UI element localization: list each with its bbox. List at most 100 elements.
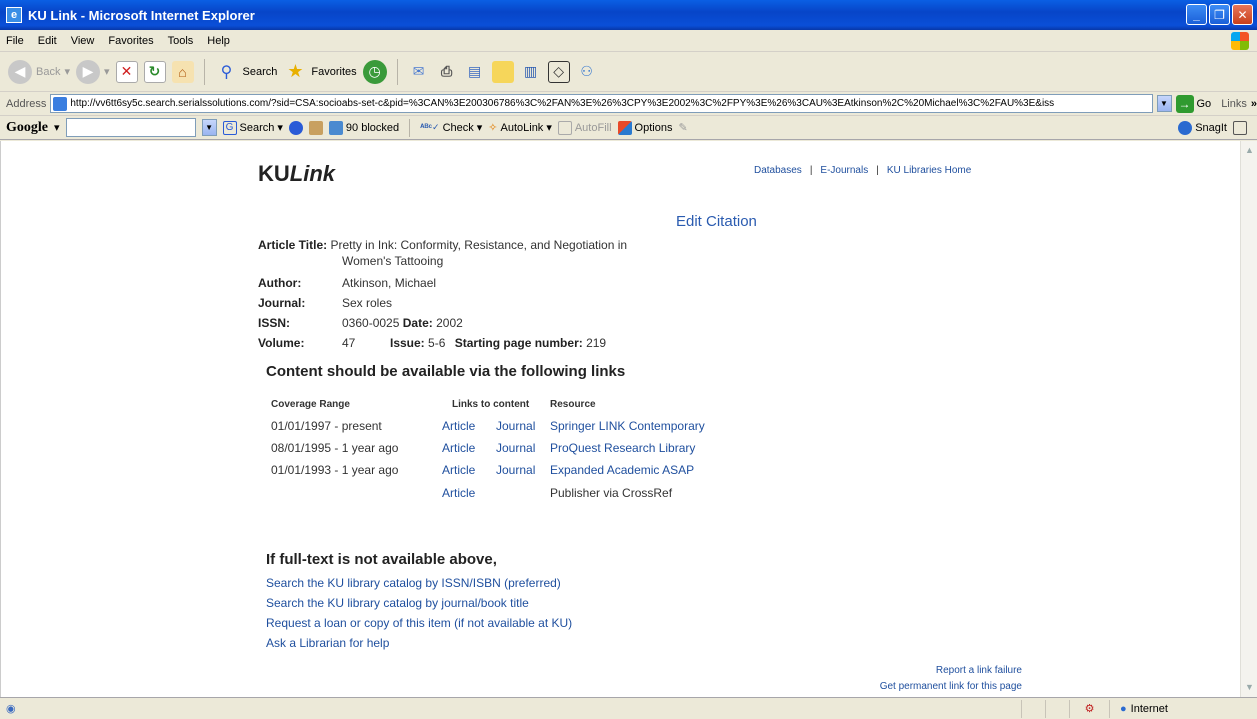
logo-ku: KU <box>258 161 290 186</box>
close-button[interactable]: ✕ <box>1232 4 1253 25</box>
issn-label: ISSN: <box>258 316 291 330</box>
go-button[interactable]: → Go <box>1175 94 1211 113</box>
kulink-logo: KULink <box>258 161 335 187</box>
nav-ejournals[interactable]: E-Journals <box>820 165 868 176</box>
options-icon <box>617 120 632 135</box>
pencil-icon[interactable]: ✎ <box>678 121 687 134</box>
address-dropdown-button[interactable]: ▼ <box>1156 95 1172 112</box>
chevron-right-icon[interactable]: » <box>1251 98 1257 110</box>
edit-citation-link[interactable]: Edit Citation <box>676 213 757 230</box>
citation-title-row: Article Title: Pretty in Ink: Conformity… <box>258 238 627 252</box>
chevron-down-icon: ▾ <box>476 122 483 134</box>
issue-value: 5-6 <box>428 336 446 350</box>
window-titlebar: e KU Link - Microsoft Internet Explorer … <box>0 0 1257 30</box>
autofill-label: AutoFill <box>574 121 612 134</box>
row-4-article-link[interactable]: Article <box>442 486 475 500</box>
standard-toolbar: ◀ Back ▾ ▶ ▾ ✕ ↻ ⌂ ⚲ Search ★ Favorites … <box>0 52 1257 92</box>
links-label[interactable]: Links <box>1221 98 1247 110</box>
snagit-button[interactable]: SnagIt <box>1178 120 1227 135</box>
menu-file[interactable]: File <box>6 35 24 47</box>
windows-logo-icon <box>1231 32 1249 50</box>
page-status-icon: ◉ <box>6 703 16 715</box>
scroll-up-icon[interactable]: ▲ <box>1242 143 1257 158</box>
permanent-link[interactable]: Get permanent link for this page <box>818 681 1022 692</box>
row-3-range: 01/01/1993 - 1 year ago <box>271 463 399 477</box>
menu-view[interactable]: View <box>71 35 95 47</box>
ask-librarian-link[interactable]: Ask a Librarian for help <box>266 636 389 650</box>
restore-button[interactable]: ❐ <box>1209 4 1230 25</box>
refresh-icon[interactable]: ↻ <box>143 60 166 83</box>
vertical-scrollbar[interactable]: ▲ ▼ <box>1240 141 1257 697</box>
search-catalog-title-link[interactable]: Search the KU library catalog by journal… <box>266 596 529 610</box>
snagit-label: SnagIt <box>1195 121 1227 134</box>
research-icon[interactable]: ▥ <box>520 61 542 83</box>
row-1-resource-link[interactable]: Springer LINK Contemporary <box>550 419 705 433</box>
notes-icon[interactable] <box>491 60 514 83</box>
google-logo[interactable]: Google <box>6 120 48 136</box>
edit-icon[interactable]: ▤ <box>464 61 486 83</box>
pagerank-icon[interactable] <box>288 120 303 135</box>
options-label: Options <box>634 121 673 134</box>
google-search-button[interactable]: G Search ▾ <box>222 120 283 135</box>
author-value: Atkinson, Michael <box>342 276 437 290</box>
history-icon[interactable]: ◷ <box>362 59 387 84</box>
search-catalog-issn-link[interactable]: Search the KU library catalog by ISSN/IS… <box>266 576 561 590</box>
favorites-label: Favorites <box>311 65 357 78</box>
row-1-journal-link[interactable]: Journal <box>496 419 535 433</box>
forward-button[interactable]: ▶ ▾ <box>76 59 110 84</box>
google-search-input[interactable] <box>65 118 196 137</box>
row-1-article-link[interactable]: Article <box>442 419 475 433</box>
request-loan-link[interactable]: Request a loan or copy of this item (if … <box>266 616 572 630</box>
capture-icon[interactable] <box>1233 120 1247 135</box>
favorites-button[interactable]: ★ Favorites <box>283 60 356 84</box>
search-icon: ⚲ <box>220 63 233 81</box>
status-bar: ◉ ⚙ ● Internet <box>0 697 1257 719</box>
menu-favorites[interactable]: Favorites <box>108 35 153 47</box>
zone-pane: ● Internet <box>1109 699 1257 718</box>
privacy-icon[interactable]: ⚙ <box>1085 702 1095 715</box>
chevron-down-icon[interactable]: ▾ <box>54 121 60 134</box>
logo-link: Link <box>289 161 336 186</box>
autofill-button[interactable]: AutoFill <box>557 120 612 135</box>
volume-label: Volume: <box>258 336 305 350</box>
journal-value: Sex roles <box>342 296 393 310</box>
home-icon[interactable]: ⌂ <box>171 60 194 83</box>
row-3-article-link[interactable]: Article <box>442 463 475 477</box>
nav-ku-libraries-home[interactable]: KU Libraries Home <box>887 165 971 176</box>
star-icon: ★ <box>287 61 304 81</box>
article-title: Pretty in Ink: Conformity, Resistance, a… <box>330 238 628 252</box>
report-link-failure[interactable]: Report a link failure <box>818 665 1022 676</box>
search-button[interactable]: ⚲ Search <box>215 60 278 84</box>
row-2-article-link[interactable]: Article <box>442 441 475 455</box>
row-3-journal-link[interactable]: Journal <box>496 463 535 477</box>
row-2-journal-link[interactable]: Journal <box>496 441 535 455</box>
popup-blocker-button[interactable]: 90 blocked <box>328 120 399 135</box>
back-button[interactable]: ◀ Back ▾ <box>8 59 70 84</box>
scroll-down-icon[interactable]: ▼ <box>1242 680 1257 695</box>
autofill-icon <box>557 120 572 135</box>
google-search-label: Search <box>239 121 275 134</box>
google-toolbar: Google ▾ ▼ G Search ▾ 90 blocked ᴬᴮᶜ✓ Ch… <box>0 116 1257 140</box>
print-icon[interactable]: ⎙ <box>436 61 458 83</box>
address-input[interactable]: http://vv6tt6sy5c.search.serialssolution… <box>50 94 1153 113</box>
google-dropdown-button[interactable]: ▼ <box>201 119 217 136</box>
autolink-button[interactable]: ✧ AutoLink ▾ <box>488 121 552 135</box>
autolink-label: AutoLink <box>500 121 544 134</box>
messenger-icon[interactable]: ⚇ <box>576 61 598 83</box>
window-icon[interactable]: ◇ <box>547 60 570 83</box>
spell-check-button[interactable]: ᴬᴮᶜ✓ Check ▾ <box>420 121 483 135</box>
minimize-button[interactable]: _ <box>1186 4 1207 25</box>
options-button[interactable]: Options <box>617 120 673 135</box>
row-3-resource-link[interactable]: Expanded Academic ASAP <box>550 463 694 477</box>
menu-help[interactable]: Help <box>207 35 230 47</box>
menu-tools[interactable]: Tools <box>168 35 194 47</box>
news-icon[interactable] <box>308 120 323 135</box>
menu-edit[interactable]: Edit <box>38 35 57 47</box>
chevron-down-icon: ▾ <box>64 66 70 78</box>
row-2-resource-link[interactable]: ProQuest Research Library <box>550 441 695 455</box>
nav-divider: | <box>876 165 879 176</box>
nav-databases[interactable]: Databases <box>754 165 802 176</box>
mail-icon[interactable]: ✉ <box>408 61 430 83</box>
chevron-down-icon: ▾ <box>104 66 110 78</box>
stop-icon[interactable]: ✕ <box>115 60 138 83</box>
